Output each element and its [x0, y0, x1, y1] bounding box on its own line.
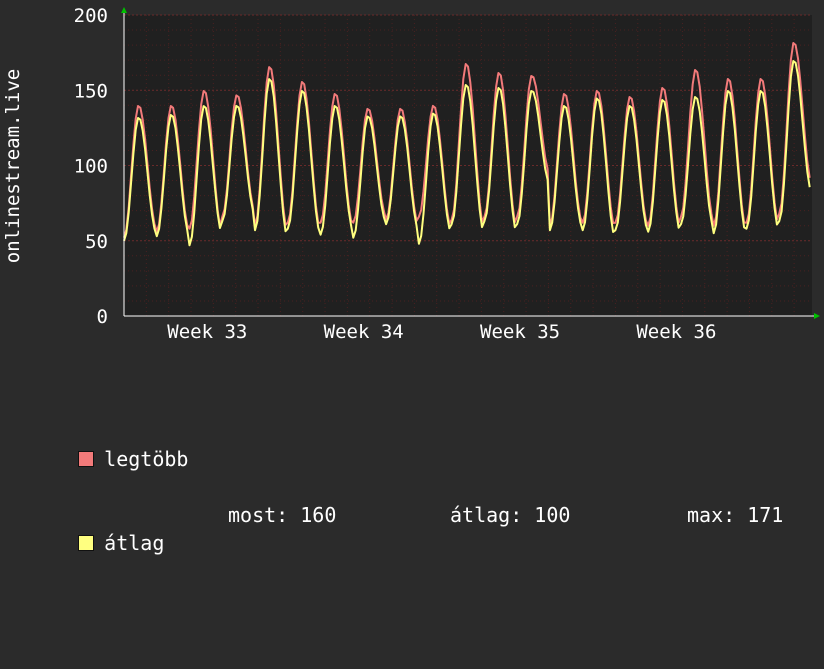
- y-tick-label: 100: [74, 156, 108, 178]
- x-axis-arrow: [814, 313, 820, 319]
- stat-now: most: 160: [228, 503, 337, 527]
- x-tick-label: Week 35: [480, 321, 560, 343]
- legend: legtöbb átlag most: 160 átlag: 100 max: …: [30, 361, 783, 557]
- legend-swatch-max: [78, 451, 95, 467]
- legend-label-avg: átlag: [104, 531, 165, 555]
- y-tick-label: 200: [74, 5, 108, 27]
- y-axis-arrow: [121, 7, 127, 13]
- legend-swatch-avg: [78, 535, 95, 551]
- y-axis-label: onlinestream.live: [2, 69, 24, 263]
- x-tick-label: Week 36: [636, 321, 716, 343]
- stat-average: átlag: 100: [450, 503, 571, 527]
- x-tick-label: Week 33: [167, 321, 247, 343]
- x-tick-label: Week 34: [324, 321, 404, 343]
- y-tick-label: 0: [97, 306, 108, 328]
- stat-max: max: 171: [687, 503, 784, 527]
- legend-label-max: legtöbb: [104, 447, 189, 471]
- legend-row-avg: átlag most: 160 átlag: 100 max: 171: [30, 501, 783, 555]
- legend-row-max: legtöbb: [30, 417, 188, 471]
- y-tick-label: 150: [74, 80, 108, 102]
- y-tick-label: 50: [85, 231, 108, 253]
